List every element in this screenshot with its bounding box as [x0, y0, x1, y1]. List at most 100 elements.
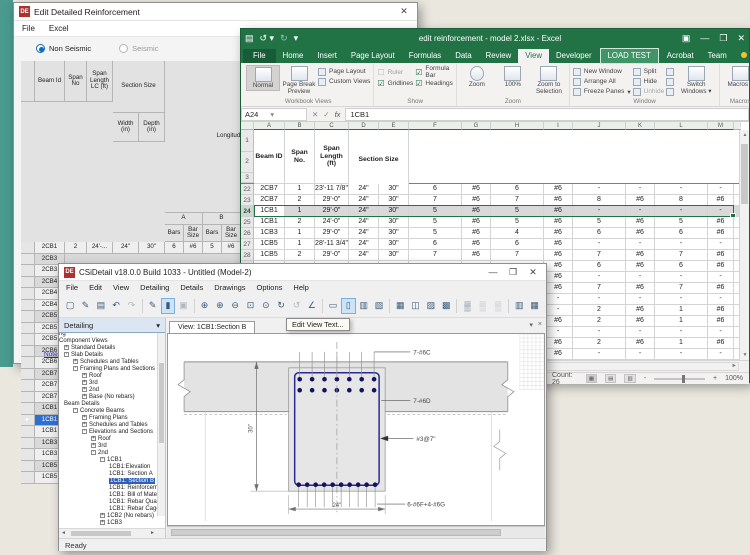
cell[interactable]: #6 — [626, 316, 655, 327]
zoom-window-icon[interactable]: ⊡ — [243, 298, 257, 314]
cell[interactable]: #6 — [626, 261, 655, 272]
reset-window-position-button[interactable] — [666, 87, 675, 96]
zoom-slider-knob[interactable] — [682, 374, 686, 383]
tree-item-roof[interactable]: + Roof — [59, 435, 165, 442]
row-header-27[interactable]: 27 — [241, 239, 254, 250]
cell[interactable]: #6 — [544, 228, 573, 239]
cell[interactable]: 30" — [379, 250, 409, 261]
ribbon-tab-formulas[interactable]: Formulas — [402, 49, 449, 63]
cell[interactable]: 2CB7 — [254, 195, 285, 206]
cell[interactable]: #6 — [708, 261, 734, 272]
cell[interactable]: #6 — [626, 305, 655, 316]
panel-selector-dropdown[interactable]: Detailing ▾ — [59, 318, 165, 333]
column-header-H[interactable]: H — [491, 122, 544, 130]
collapse-icon[interactable]: - — [73, 366, 78, 371]
span-no-header[interactable]: Span No. — [285, 130, 315, 184]
column-header-E[interactable]: E — [379, 122, 409, 130]
cell[interactable]: 1CB1 — [254, 217, 285, 228]
column-header-I[interactable]: I — [544, 122, 573, 130]
cell[interactable]: #6 — [708, 338, 734, 349]
cell[interactable]: 6 — [655, 228, 708, 239]
cell[interactable]: #6 — [544, 195, 573, 206]
zoom-button[interactable]: Zoom — [460, 65, 494, 89]
zoom-extents-icon[interactable]: ⊕ — [197, 298, 211, 314]
cell[interactable]: 30" — [379, 228, 409, 239]
section-size-header[interactable]: Section Size — [349, 130, 409, 190]
cell[interactable]: #6 — [708, 283, 734, 294]
column-header-corner[interactable] — [241, 122, 254, 130]
view-cage-icon[interactable]: ▩ — [439, 298, 453, 314]
tree-item-2nd[interactable]: +2nd — [59, 386, 165, 393]
tree-item-standard-details[interactable]: + Standard Details — [59, 344, 165, 351]
expand-icon[interactable]: + — [91, 436, 96, 441]
cell[interactable]: 8 — [655, 195, 708, 206]
menu-item-drawings[interactable]: Drawings — [214, 283, 245, 292]
cell[interactable]: #6 — [462, 228, 491, 239]
expand-icon[interactable]: + — [91, 443, 96, 448]
view-tab[interactable]: View: 1CB1:Section B — [169, 321, 256, 333]
ribbon-tab-insert[interactable]: Insert — [310, 49, 344, 63]
cell[interactable]: 2 — [573, 305, 626, 316]
cell[interactable]: 5 — [409, 206, 462, 217]
canvas-horizontal-scrollbar[interactable] — [167, 526, 545, 538]
cell[interactable]: 23'-11 7/8" — [315, 184, 349, 195]
cell[interactable]: - — [655, 272, 708, 283]
maximize-icon[interactable]: ❒ — [505, 267, 521, 278]
cell[interactable]: 1 — [285, 206, 315, 217]
tree-item-3rd[interactable]: +3rd — [59, 442, 165, 449]
cell[interactable]: 6 — [409, 239, 462, 250]
save-icon[interactable]: ▤ — [94, 298, 108, 314]
cell[interactable]: 5 — [573, 217, 626, 228]
zoom-out-icon[interactable]: ⊖ — [228, 298, 242, 314]
cell[interactable]: #6 — [708, 305, 734, 316]
tree-item-1cb1-section-b[interactable]: 1CB1: Section B — [59, 477, 165, 484]
draw-icon[interactable]: ✎ — [146, 298, 160, 314]
zoom-slider[interactable] — [654, 374, 705, 383]
cell[interactable]: 5 — [491, 217, 544, 228]
cell[interactable]: #6 — [462, 250, 491, 261]
table-icon[interactable]: ▒ — [460, 298, 474, 314]
cell[interactable]: 2 — [573, 316, 626, 327]
cell[interactable]: #6 — [708, 217, 734, 228]
menu-item-details[interactable]: Details — [180, 283, 203, 292]
unhide-button[interactable]: Unhide — [632, 87, 664, 96]
cell[interactable]: #6 — [626, 195, 655, 206]
ribbon-tab-team[interactable]: Team — [701, 49, 734, 63]
cell[interactable]: - — [573, 239, 626, 250]
menu-item-file[interactable]: File — [22, 24, 35, 33]
page-break-view-icon[interactable]: ▥ — [624, 374, 636, 383]
menu-item-excel[interactable]: Excel — [49, 24, 69, 33]
menu-item-detailing[interactable]: Detailing — [140, 283, 169, 292]
tab-close-icon[interactable]: × — [538, 321, 542, 329]
cell[interactable]: - — [626, 294, 655, 305]
save-icon[interactable]: ▤ — [245, 33, 254, 44]
cell[interactable]: 6 — [573, 228, 626, 239]
tree-item-1cb1-bill-of-material[interactable]: 1CB1: Bill of Material — [59, 491, 165, 498]
dropdown-arrow-icon[interactable]: ▾ — [156, 321, 160, 330]
cell[interactable]: - — [544, 327, 573, 338]
cell[interactable]: - — [626, 239, 655, 250]
scrollbar-thumb[interactable] — [741, 144, 748, 204]
cell[interactable]: 1 — [285, 239, 315, 250]
non-seismic-radio[interactable]: Non Seismic — [36, 44, 91, 53]
cell[interactable]: #6 — [462, 195, 491, 206]
cell[interactable]: - — [708, 327, 734, 338]
scroll-down-icon[interactable]: ▼ — [740, 350, 749, 360]
zoom-in-icon[interactable]: + — [713, 375, 717, 382]
cell[interactable]: 2 — [573, 338, 626, 349]
cell[interactable]: 30" — [379, 239, 409, 250]
view-rebar-icon[interactable]: ▨ — [424, 298, 438, 314]
ribbon-tab-page-layout[interactable]: Page Layout — [344, 49, 402, 63]
cell[interactable]: 24" — [349, 239, 379, 250]
cell[interactable]: - — [573, 184, 626, 195]
tree-item-1cb1-reinforcemer[interactable]: 1CB1: Reinforcemer — [59, 484, 165, 491]
refresh-icon[interactable]: ↺ — [289, 298, 303, 314]
cell[interactable]: 7 — [409, 250, 462, 261]
cell[interactable]: 28'-11 3/4" — [315, 239, 349, 250]
cell[interactable]: - — [655, 349, 708, 360]
cell[interactable]: #6 — [544, 316, 573, 327]
ruler-checkbox[interactable]: ☐ Ruler — [377, 67, 413, 77]
row-header-23[interactable]: 23 — [241, 195, 254, 206]
ribbon-tab-acrobat[interactable]: Acrobat — [660, 49, 701, 63]
expand-icon[interactable]: + — [100, 520, 105, 525]
